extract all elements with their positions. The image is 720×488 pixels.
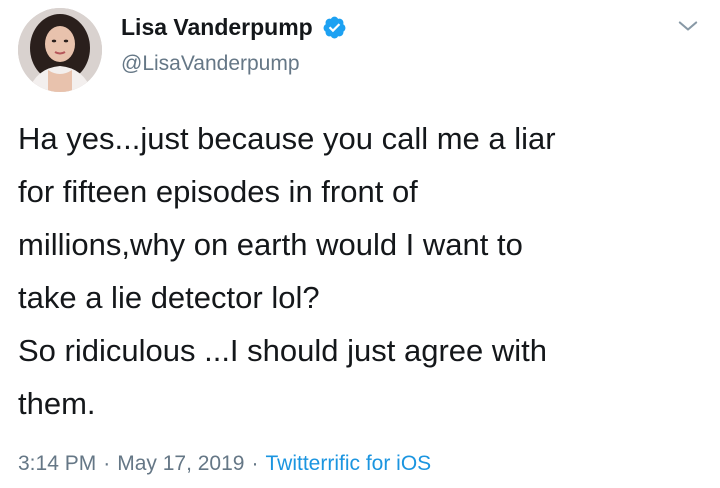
tweet-time[interactable]: 3:14 PM: [18, 452, 96, 475]
display-name[interactable]: Lisa Vanderpump: [121, 14, 313, 41]
avatar[interactable]: [18, 8, 102, 92]
avatar-image: [18, 8, 102, 92]
tweet-text-line: So ridiculous ...I should just agree wit…: [18, 333, 547, 368]
tweet-meta: 3:14 PM · May 17, 2019 · Twitterrific for iO…: [18, 452, 431, 476]
tweet-text-line: for fifteen episodes in front of: [18, 174, 418, 209]
tweet-text-line: millions,why on earth would I want to: [18, 227, 523, 262]
chevron-down-icon[interactable]: [674, 12, 702, 40]
tweet-text-line: take a lie detector lol?: [18, 280, 320, 315]
verified-badge-icon: [322, 15, 347, 40]
name-row: Lisa Vanderpump: [121, 14, 347, 41]
tweet-date[interactable]: May 17, 2019: [117, 452, 244, 475]
tweet-text: Ha yes...just because you call me a liar…: [18, 112, 698, 430]
tweet-text-line: them.: [18, 386, 96, 421]
meta-separator: ·: [251, 452, 259, 475]
tweet-card: Lisa Vanderpump @LisaVanderpump Ha yes..…: [0, 0, 720, 488]
meta-separator: ·: [103, 452, 111, 475]
user-handle[interactable]: @LisaVanderpump: [121, 52, 300, 76]
tweet-source-link[interactable]: Twitterrific for iOS: [265, 452, 431, 475]
tweet-text-line: Ha yes...just because you call me a liar: [18, 121, 556, 156]
